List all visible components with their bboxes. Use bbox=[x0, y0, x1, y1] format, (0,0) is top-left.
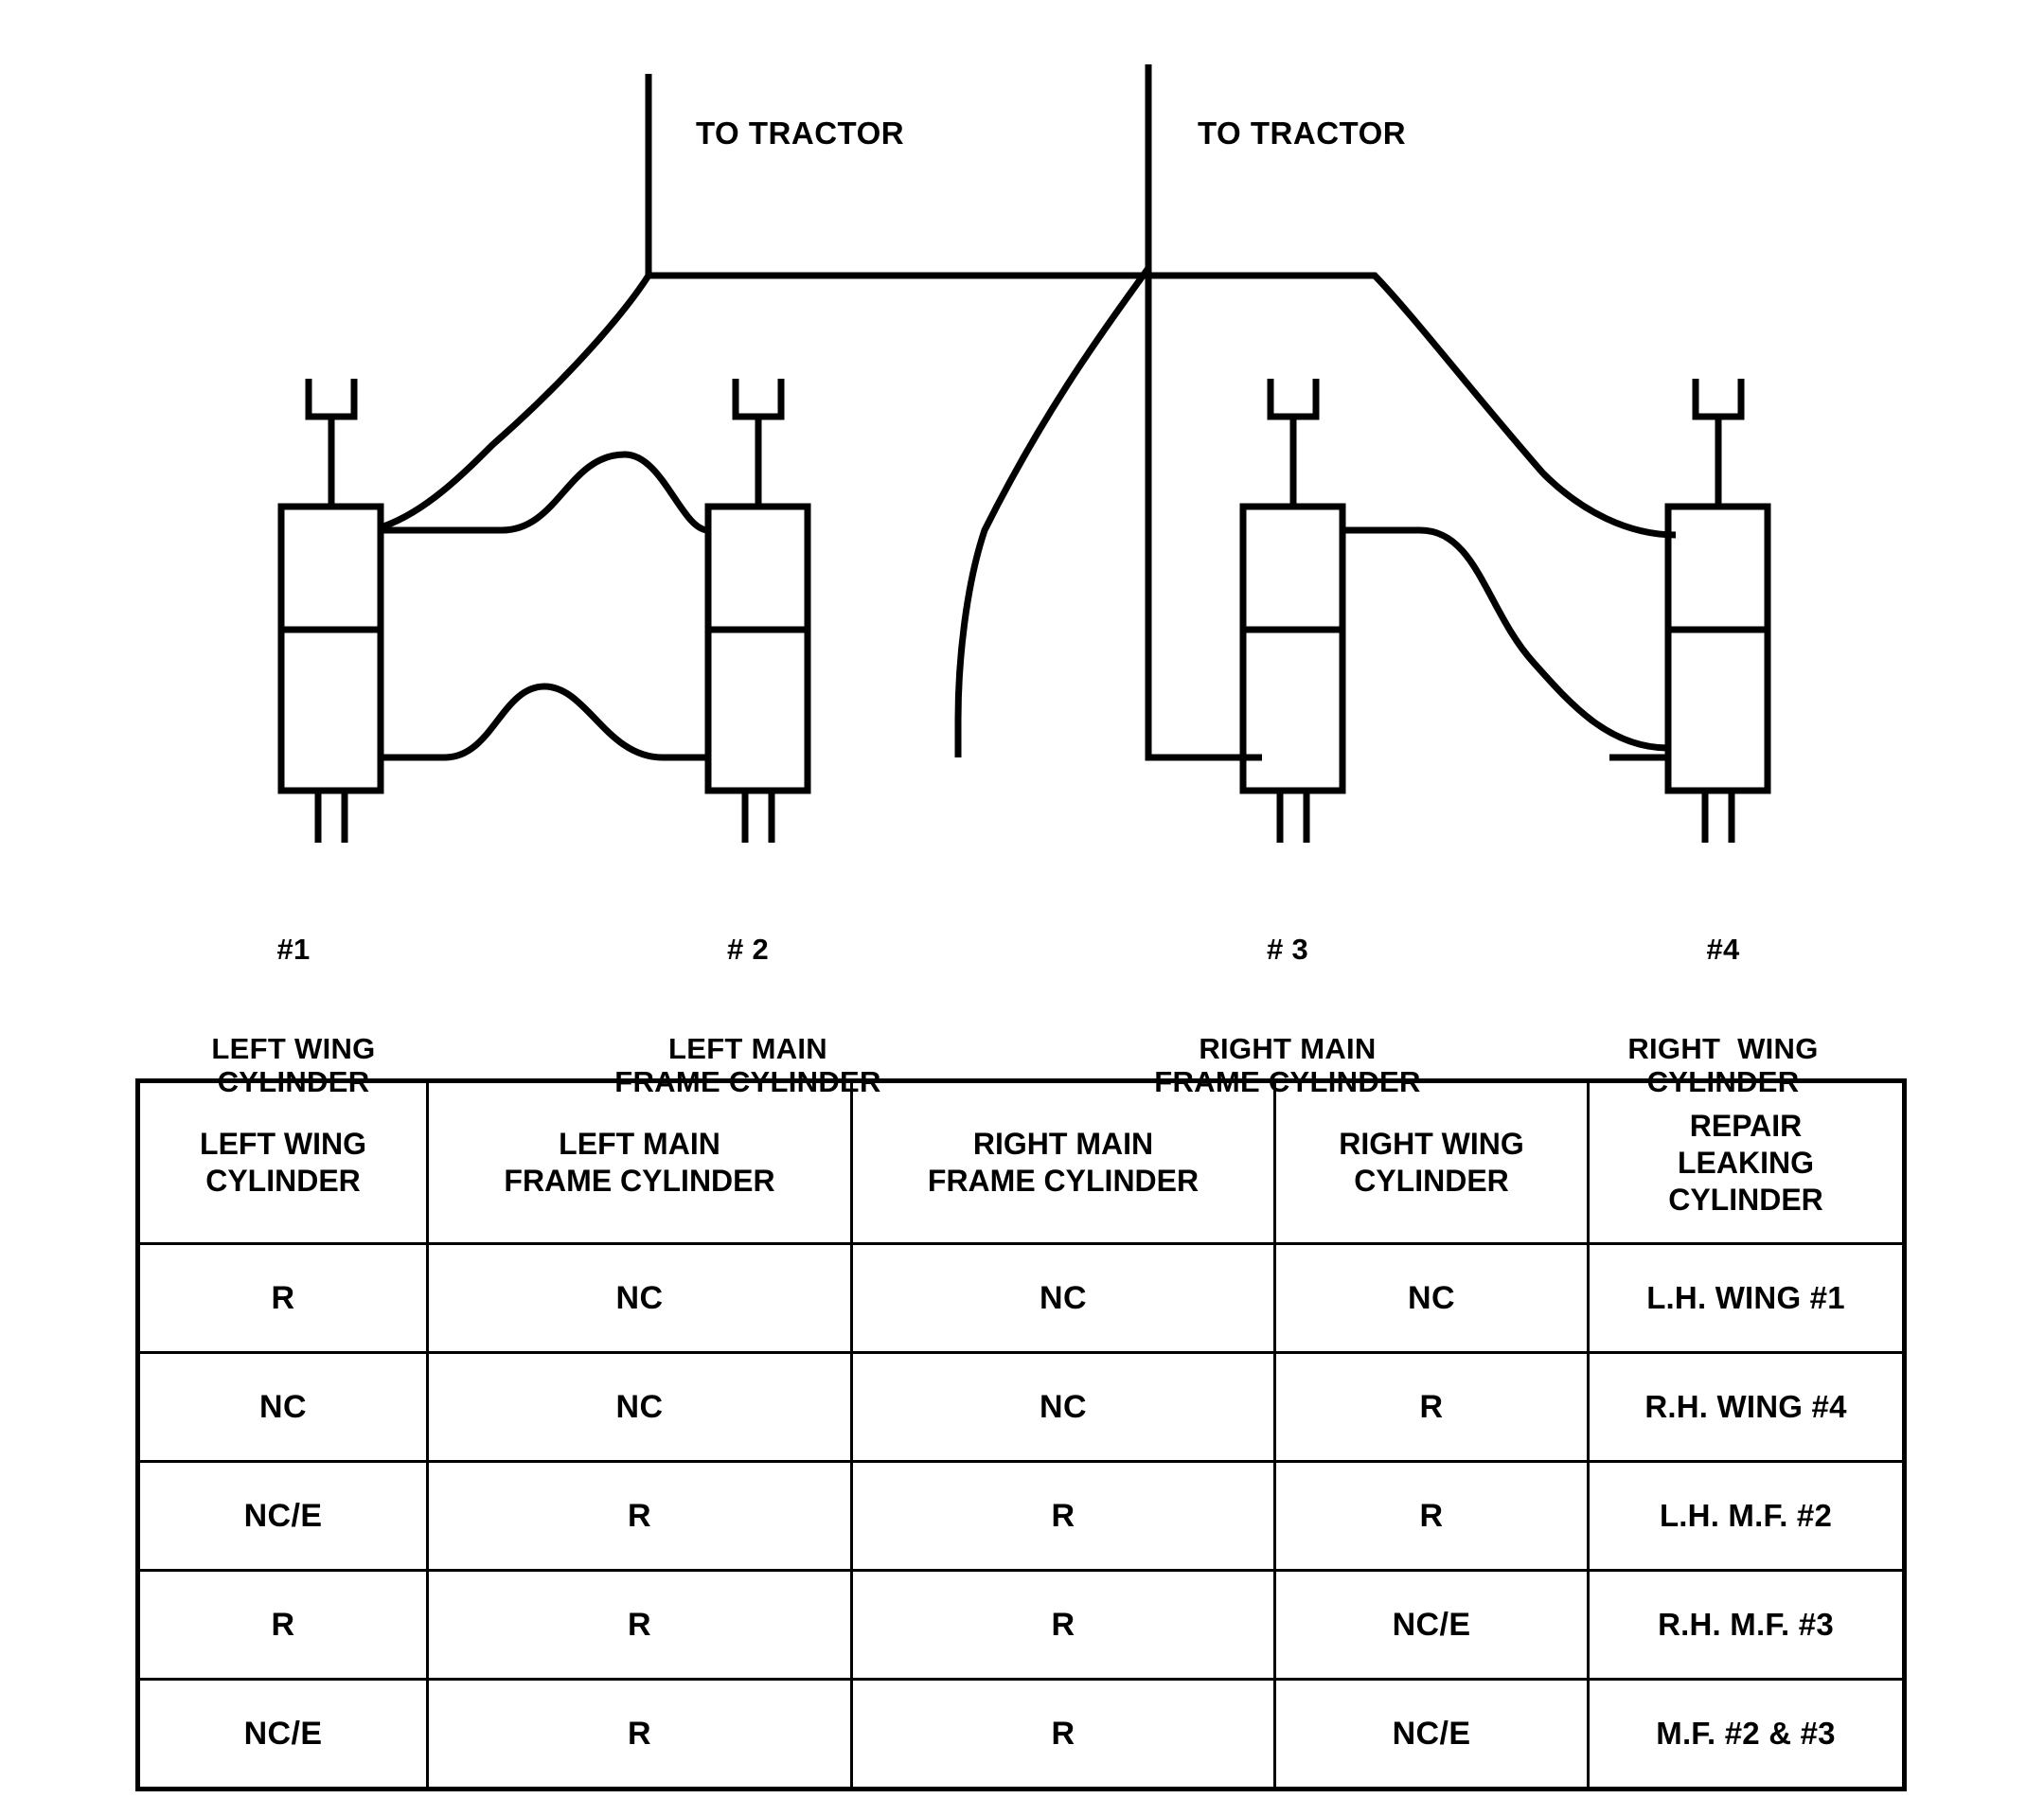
header-repair-leaking-cylinder: REPAIR LEAKING CYLINDER bbox=[1587, 1079, 1906, 1245]
hose-right-upper-to-cyl4 bbox=[1146, 272, 1677, 539]
cell-repair: L.H. M.F. #2 bbox=[1587, 1460, 1906, 1572]
cylinder-2-body bbox=[704, 503, 811, 794]
diagnostic-matrix-table: LEFT WING CYLINDER LEFT MAIN FRAME CYLIN… bbox=[135, 1078, 1907, 1791]
cell-left-main: R bbox=[426, 1460, 853, 1572]
cell-left-wing: NC/E bbox=[136, 1460, 429, 1572]
table-row: R R R NC/E R.H. M.F. #3 bbox=[136, 1569, 1906, 1681]
cell-left-wing: R bbox=[136, 1242, 429, 1354]
cell-right-main: R bbox=[850, 1678, 1276, 1790]
table-row: NC/E R R R L.H. M.F. #2 bbox=[136, 1460, 1906, 1572]
hose-right-branch-to-cyl3 bbox=[954, 265, 1151, 757]
table-row: NC/E R R NC/E M.F. #2 & #3 bbox=[136, 1678, 1906, 1790]
page-root: TO TRACTOR TO TRACTOR #1 LEFT WING CYLIN… bbox=[0, 0, 2044, 1816]
cylinder-3-number: # 3 bbox=[1267, 933, 1308, 966]
cell-right-main: NC bbox=[850, 1242, 1276, 1354]
cell-left-wing: NC/E bbox=[136, 1678, 429, 1790]
cell-right-wing: NC/E bbox=[1273, 1678, 1590, 1790]
cell-left-wing: R bbox=[136, 1569, 429, 1681]
cell-left-main: NC bbox=[426, 1242, 853, 1354]
cylinder-2-number: # 2 bbox=[727, 933, 769, 966]
table-header-row: LEFT WING CYLINDER LEFT MAIN FRAME CYLIN… bbox=[136, 1079, 1906, 1245]
cell-right-wing: NC/E bbox=[1273, 1569, 1590, 1681]
hose-cyl1-to-cyl2-top bbox=[381, 451, 709, 534]
cylinder-4-body bbox=[1664, 503, 1771, 794]
cell-left-wing: NC bbox=[136, 1351, 429, 1463]
cylinder-3-clevis bbox=[1267, 379, 1320, 420]
tractor-line-left bbox=[645, 74, 1146, 279]
cylinder-4-clevis bbox=[1692, 379, 1745, 420]
to-tractor-label-right: TO TRACTOR bbox=[1198, 116, 1407, 151]
table-row: NC NC NC R R.H. WING #4 bbox=[136, 1351, 1906, 1463]
header-right-wing-cylinder: RIGHT WING CYLINDER bbox=[1273, 1079, 1590, 1245]
cell-right-wing: NC bbox=[1273, 1242, 1590, 1354]
cell-right-main: R bbox=[850, 1569, 1276, 1681]
cell-right-main: R bbox=[850, 1460, 1276, 1572]
cylinder-1-clevis bbox=[305, 379, 358, 420]
header-left-wing-cylinder: LEFT WING CYLINDER bbox=[136, 1079, 429, 1245]
cell-repair: R.H. M.F. #3 bbox=[1587, 1569, 1906, 1681]
diagnostic-table-wrapper: LEFT WING CYLINDER LEFT MAIN FRAME CYLIN… bbox=[135, 1078, 1907, 1791]
cylinder-3-body bbox=[1239, 503, 1346, 794]
hose-cyl3-to-cyl4-top bbox=[1342, 526, 1669, 752]
cylinder-1-body bbox=[277, 503, 384, 794]
header-right-main-frame-cylinder: RIGHT MAIN FRAME CYLINDER bbox=[850, 1079, 1276, 1245]
hydraulic-schematic: TO TRACTOR TO TRACTOR #1 LEFT WING CYLIN… bbox=[0, 0, 2044, 1098]
hydraulic-lines bbox=[277, 64, 1771, 843]
cell-right-wing: R bbox=[1273, 1351, 1590, 1463]
hose-left-branch bbox=[382, 274, 651, 530]
header-left-main-frame-cylinder: LEFT MAIN FRAME CYLINDER bbox=[426, 1079, 853, 1245]
cell-right-wing: R bbox=[1273, 1460, 1590, 1572]
cell-right-main: NC bbox=[850, 1351, 1276, 1463]
cell-repair: R.H. WING #4 bbox=[1587, 1351, 1906, 1463]
cylinder-1-number: #1 bbox=[276, 933, 311, 966]
cell-repair: L.H. WING #1 bbox=[1587, 1242, 1906, 1354]
cylinder-2-clevis bbox=[732, 379, 785, 420]
cell-left-main: R bbox=[426, 1678, 853, 1790]
cell-repair: M.F. #2 & #3 bbox=[1587, 1678, 1906, 1790]
to-tractor-label-left: TO TRACTOR bbox=[696, 116, 905, 151]
table-header: LEFT WING CYLINDER LEFT MAIN FRAME CYLIN… bbox=[136, 1079, 1906, 1245]
cell-left-main: R bbox=[426, 1569, 853, 1681]
hose-cyl1-to-cyl2-bottom bbox=[381, 683, 708, 761]
cylinder-4-number: #4 bbox=[1706, 933, 1740, 966]
cell-left-main: NC bbox=[426, 1351, 853, 1463]
table-row: R NC NC NC L.H. WING #1 bbox=[136, 1242, 1906, 1354]
table-body: R NC NC NC L.H. WING #1 NC NC NC R R.H. … bbox=[136, 1242, 1906, 1790]
